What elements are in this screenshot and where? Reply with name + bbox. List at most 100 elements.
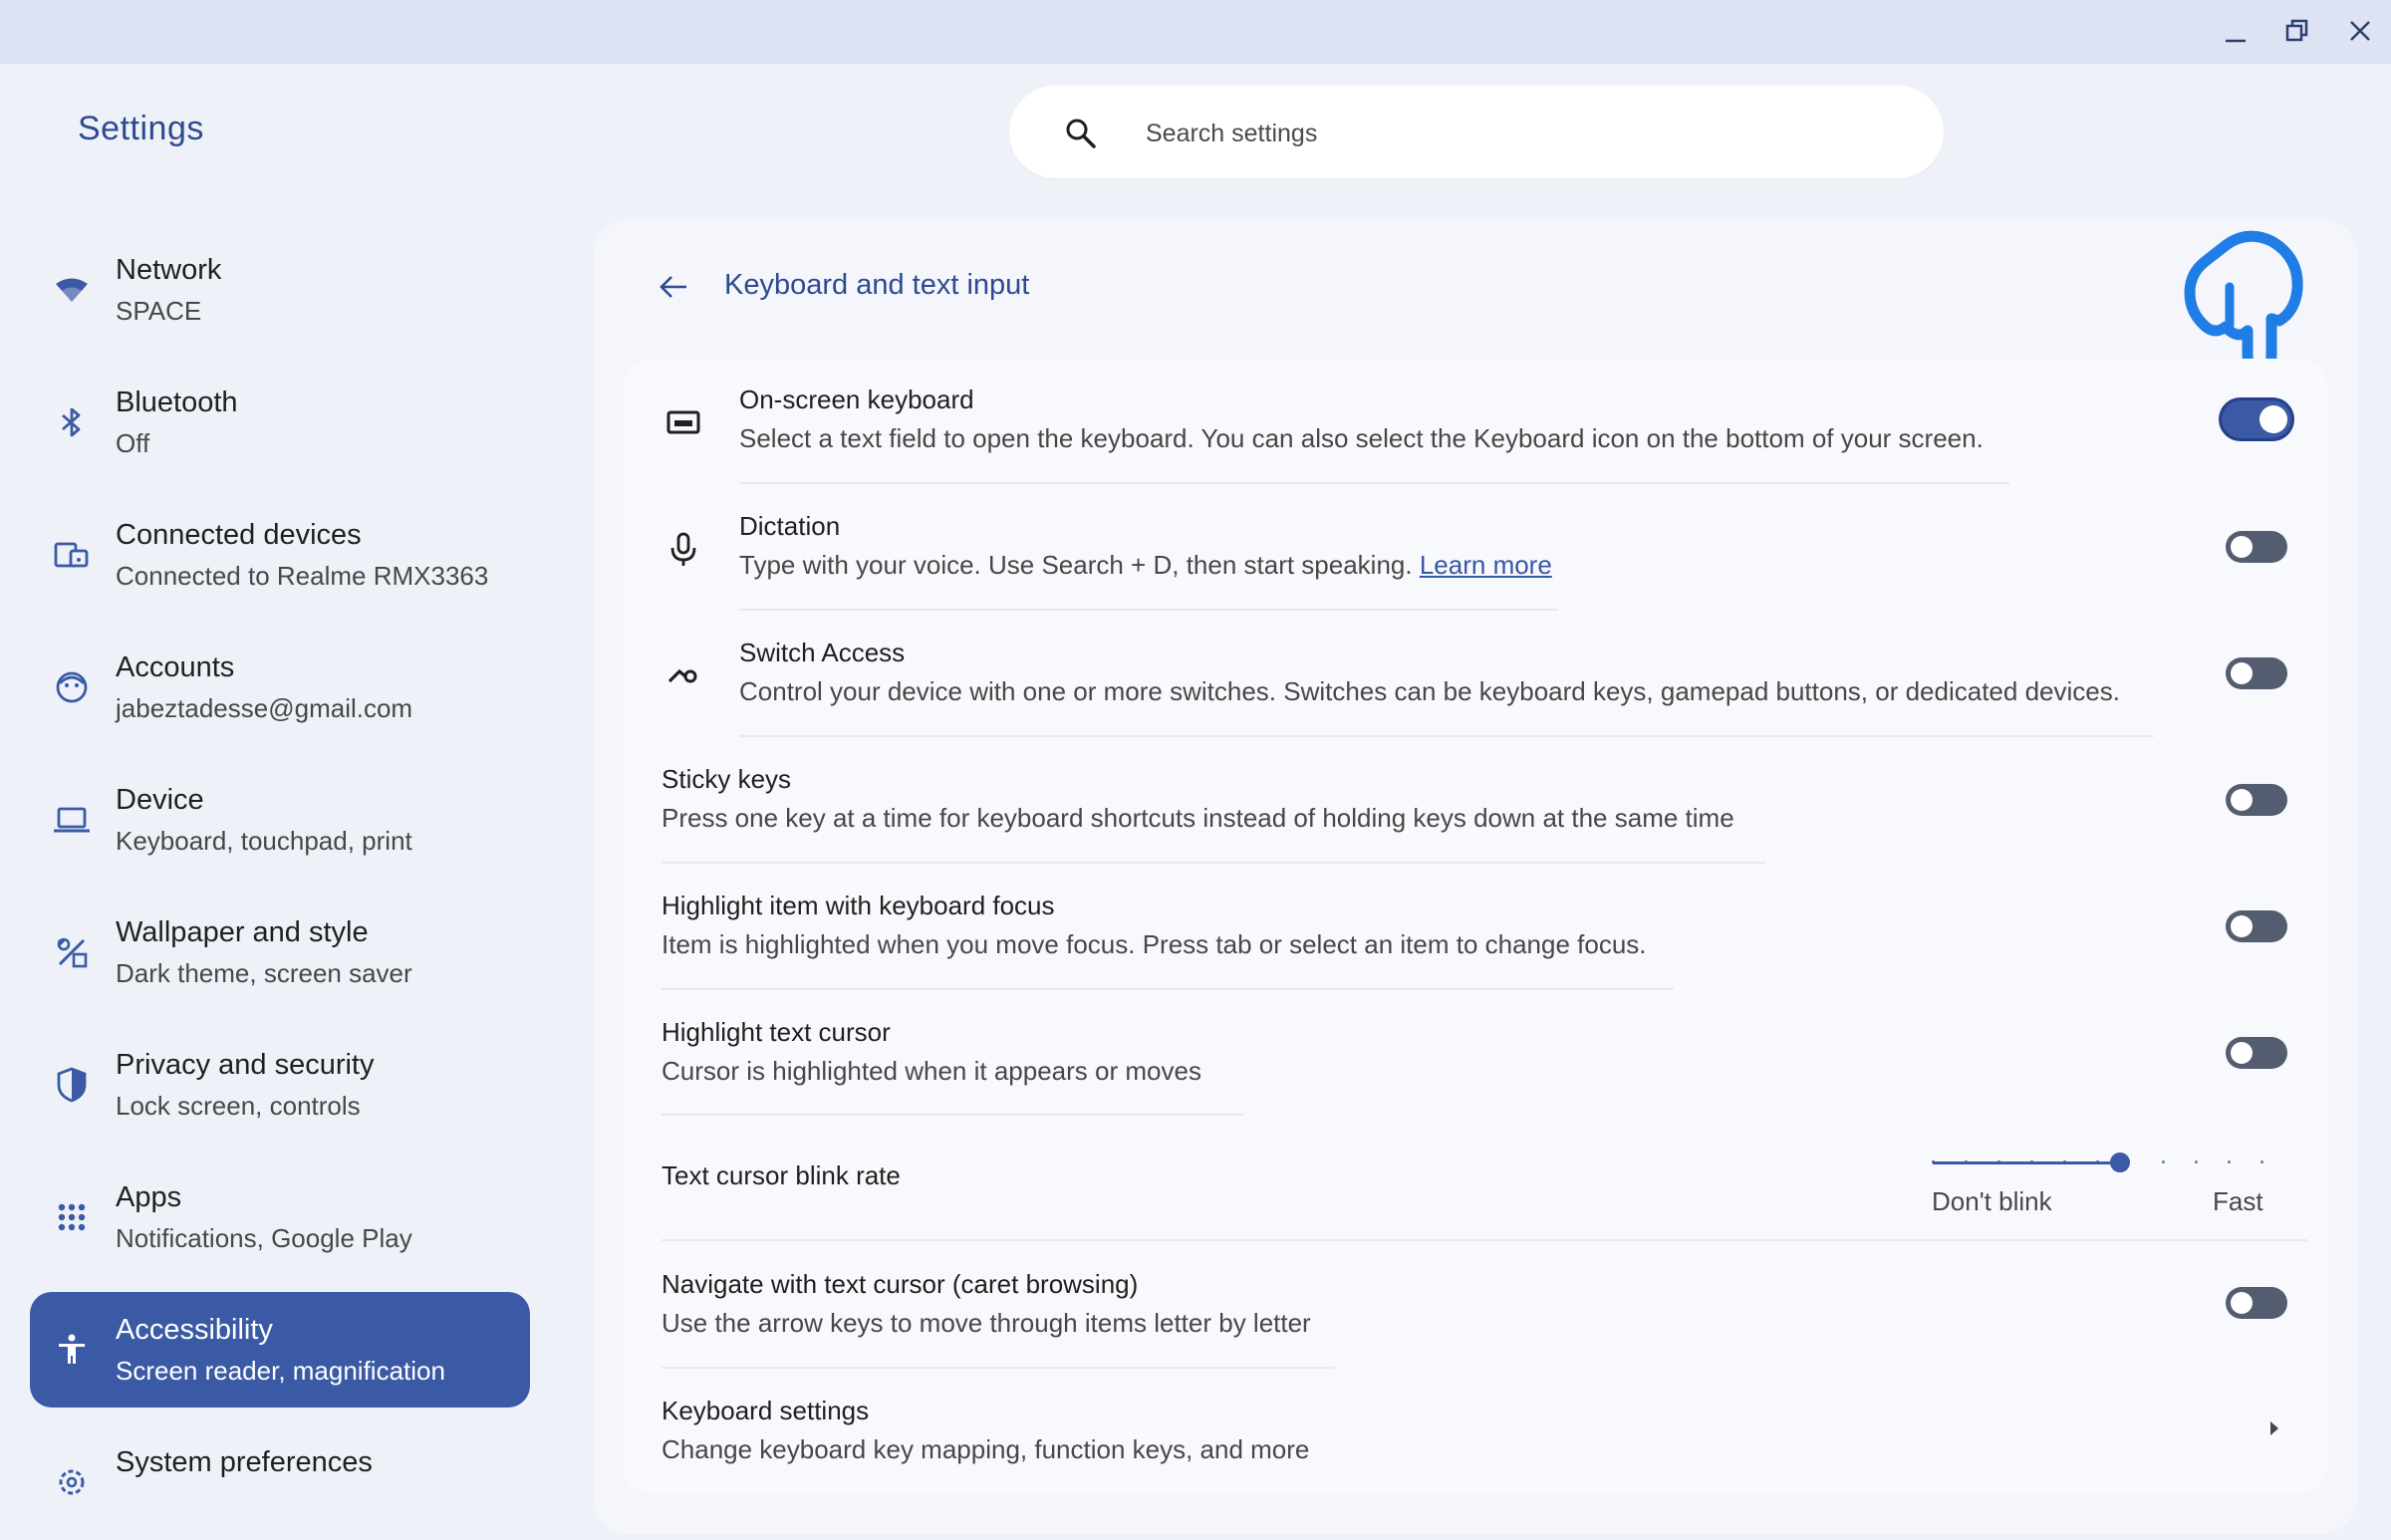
- sidebar-item-label: Network: [116, 254, 222, 286]
- setting-title: On-screen keyboard: [739, 385, 974, 414]
- sidebar-item-accounts[interactable]: Accounts jabeztadesse@gmail.com: [30, 630, 530, 745]
- sidebar-item-accessibility[interactable]: Accessibility Screen reader, magnificati…: [30, 1292, 530, 1408]
- search-input[interactable]: [1144, 110, 1885, 157]
- sidebar-item-sub: Keyboard, touchpad, print: [116, 826, 412, 856]
- account-icon: [52, 667, 92, 707]
- slider-tick: [2228, 1160, 2231, 1163]
- setting-description: Cursor is highlighted when it appears or…: [662, 1056, 1201, 1086]
- blink-rate-slider[interactable]: [1932, 1151, 2263, 1174]
- close-button[interactable]: [2341, 14, 2381, 50]
- setting-title: Text cursor blink rate: [662, 1160, 901, 1190]
- divider: [662, 862, 1765, 864]
- slider-tick: [1932, 1160, 1935, 1163]
- sidebar-item-sub: SPACE: [116, 296, 202, 326]
- sidebar-item-label: Accessibility: [116, 1314, 273, 1346]
- slider-min-label: Don't blink: [1932, 1186, 2052, 1216]
- sidebar-item-sub: Screen reader, magnification: [116, 1356, 445, 1386]
- toggle-knob: [2231, 789, 2253, 811]
- dictation-toggle[interactable]: [2226, 531, 2287, 563]
- sidebar-item-sub: jabeztadesse@gmail.com: [116, 693, 413, 723]
- sidebar-item-sub: Notifications, Google Play: [116, 1223, 412, 1253]
- slider-tick: [2063, 1160, 2066, 1163]
- microphone-icon: [664, 529, 703, 569]
- divider: [662, 988, 1674, 990]
- pointing-hand-icon: [2184, 230, 2303, 375]
- accessibility-icon: [52, 1330, 92, 1370]
- chevron-right-icon[interactable]: [2263, 1416, 2285, 1440]
- slider-tick: [2096, 1160, 2099, 1163]
- toggle-knob: [2231, 1292, 2253, 1314]
- setting-description: Press one key at a time for keyboard sho…: [662, 803, 1734, 833]
- sidebar-item-privacy[interactable]: Privacy and security Lock screen, contro…: [30, 1027, 530, 1143]
- slider-thumb[interactable]: [2110, 1153, 2130, 1172]
- toggle-knob: [2231, 1042, 2253, 1064]
- highlight-focus-toggle[interactable]: [2226, 910, 2287, 942]
- sidebar-item-sub: Dark theme, screen saver: [116, 958, 412, 988]
- sidebar-item-device[interactable]: Device Keyboard, touchpad, print: [30, 762, 530, 878]
- toggle-knob: [2259, 405, 2287, 433]
- title-bar: [0, 0, 2391, 64]
- sticky-keys-toggle[interactable]: [2226, 784, 2287, 816]
- gear-icon: [52, 1462, 92, 1502]
- minimize-button[interactable]: [2216, 14, 2256, 50]
- wifi-icon: [52, 270, 92, 310]
- slider-tick: [2162, 1160, 2165, 1163]
- apps-grid-icon: [52, 1197, 92, 1237]
- setting-title: Highlight text cursor: [662, 1017, 891, 1047]
- search-bar[interactable]: [1009, 86, 1944, 178]
- search-icon: [1066, 119, 1096, 148]
- sidebar-item-label: Wallpaper and style: [116, 916, 369, 948]
- toggle-knob: [2231, 915, 2253, 937]
- sidebar-item-label: Privacy and security: [116, 1049, 375, 1081]
- setting-description: Use the arrow keys to move through items…: [662, 1308, 1311, 1338]
- learn-more-link[interactable]: Learn more: [1420, 550, 1552, 580]
- devices-icon: [52, 535, 92, 575]
- setting-description-text: Type with your voice. Use Search + D, th…: [739, 550, 1413, 580]
- sidebar-item-label: Device: [116, 784, 204, 816]
- sidebar-item-sub: Lock screen, controls: [116, 1091, 361, 1121]
- slider-tick: [1997, 1160, 2000, 1163]
- page-title: Keyboard and text input: [724, 269, 1030, 301]
- highlight-cursor-toggle[interactable]: [2226, 1037, 2287, 1069]
- shield-icon: [52, 1065, 92, 1105]
- laptop-icon: [52, 800, 92, 840]
- bluetooth-icon: [52, 402, 92, 442]
- onscreen-keyboard-toggle[interactable]: [2222, 400, 2291, 438]
- slider-tick: [2260, 1160, 2263, 1163]
- sidebar-item-label: Bluetooth: [116, 386, 238, 418]
- palette-icon: [52, 932, 92, 972]
- slider-max-label: Fast: [2213, 1186, 2263, 1216]
- minimize-icon: [2226, 39, 2246, 43]
- sidebar-item-network[interactable]: Network SPACE: [30, 232, 530, 348]
- setting-description: Control your device with one or more swi…: [739, 676, 2120, 706]
- restore-button[interactable]: [2277, 14, 2317, 50]
- divider: [739, 482, 2009, 484]
- slider-tick: [2195, 1160, 2198, 1163]
- arrow-back-icon: [660, 276, 686, 298]
- divider: [739, 609, 1558, 611]
- app-title: Settings: [78, 110, 204, 147]
- sidebar-item-sub: Off: [116, 428, 150, 458]
- setting-title: Dictation: [739, 511, 841, 541]
- setting-title: Sticky keys: [662, 764, 792, 794]
- sidebar-item-connected-devices[interactable]: Connected devices Connected to Realme RM…: [30, 497, 530, 613]
- divider: [662, 1239, 2307, 1241]
- sidebar-item-system-preferences[interactable]: System preferences: [30, 1424, 530, 1540]
- sidebar-item-apps[interactable]: Apps Notifications, Google Play: [30, 1159, 530, 1275]
- sidebar-item-sub: Connected to Realme RMX3363: [116, 561, 489, 591]
- slider-tick: [1965, 1160, 1968, 1163]
- sidebar-item-bluetooth[interactable]: Bluetooth Off: [30, 365, 530, 480]
- sidebar-item-label: Accounts: [116, 651, 235, 683]
- switch-access-toggle[interactable]: [2226, 657, 2287, 689]
- sidebar-item-label: Connected devices: [116, 519, 362, 551]
- toggle-knob: [2231, 536, 2253, 558]
- sidebar-item-wallpaper[interactable]: Wallpaper and style Dark theme, screen s…: [30, 895, 530, 1010]
- setting-title: Navigate with text cursor (caret browsin…: [662, 1269, 1139, 1299]
- caret-browsing-toggle[interactable]: [2226, 1287, 2287, 1319]
- sidebar-item-label: Apps: [116, 1181, 182, 1213]
- toggle-knob: [2231, 662, 2253, 684]
- back-button[interactable]: [658, 271, 689, 303]
- setting-description: Change keyboard key mapping, function ke…: [662, 1434, 1310, 1464]
- divider: [662, 1367, 1335, 1369]
- keyboard-icon: [664, 402, 703, 442]
